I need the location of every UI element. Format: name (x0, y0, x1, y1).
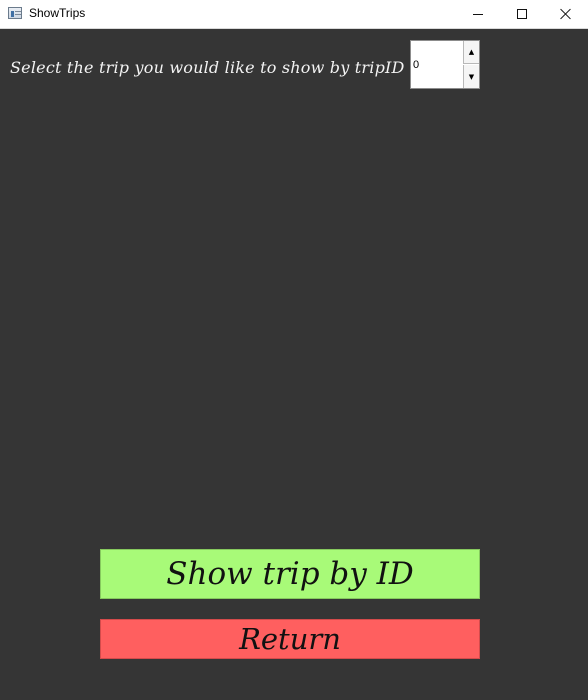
trip-id-value[interactable]: 0 (413, 59, 419, 71)
trip-id-spinbox[interactable]: 0 ▲ ▼ (410, 40, 480, 89)
down-arrow-icon: ▼ (468, 72, 475, 81)
minimize-icon (473, 14, 483, 15)
up-arrow-icon: ▲ (468, 48, 475, 56)
spin-down-button[interactable]: ▼ (463, 65, 479, 88)
title-bar: ShowTrips (0, 0, 588, 29)
close-icon (560, 8, 572, 20)
return-button[interactable]: Return (100, 619, 480, 659)
show-trip-by-id-button[interactable]: Show trip by ID (100, 549, 480, 599)
maximize-button[interactable] (499, 0, 545, 28)
minimize-button[interactable] (455, 0, 501, 28)
maximize-icon (517, 9, 527, 19)
spin-up-button[interactable]: ▲ (463, 41, 479, 64)
close-button[interactable] (543, 0, 588, 28)
trip-selection-prompt: Select the trip you would like to show b… (10, 58, 405, 77)
window-title: ShowTrips (29, 6, 86, 20)
app-window-icon (8, 7, 22, 19)
